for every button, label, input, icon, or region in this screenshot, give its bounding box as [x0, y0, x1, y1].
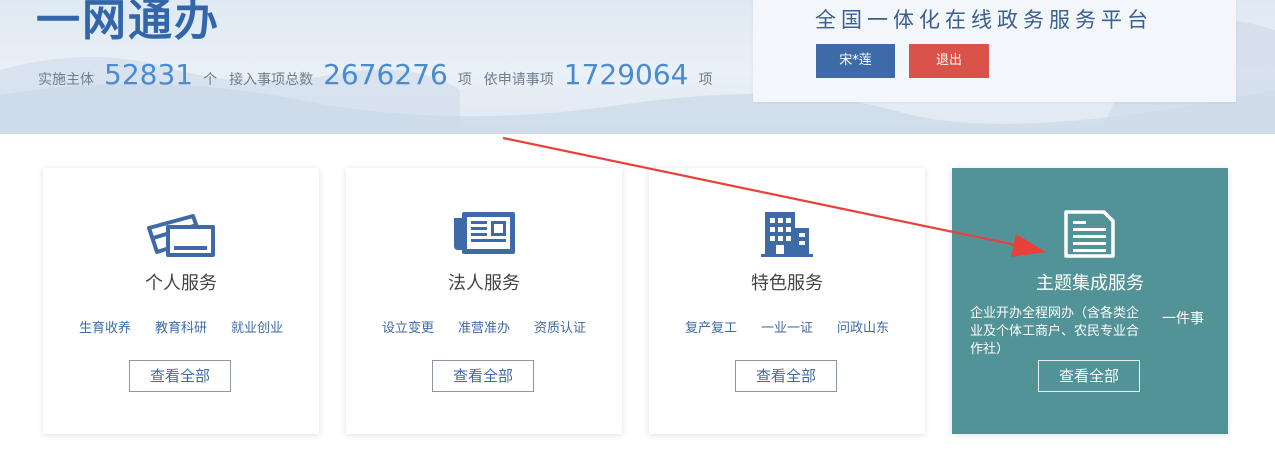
- newspaper-icon: [454, 212, 515, 254]
- card-theme-services[interactable]: 主题集成服务 企业开办全程网办（含各类企业及个体工商户、农民专业合作社） 一件事…: [952, 168, 1228, 434]
- document-icon: [1064, 210, 1115, 258]
- service-link[interactable]: 就业创业: [231, 317, 283, 336]
- card-title: 个人服务: [145, 273, 217, 294]
- stat-unit: 个: [203, 72, 218, 88]
- id-card-icon: [147, 214, 215, 257]
- platform-title: 全国一体化在线政务服务平台: [815, 8, 1153, 32]
- view-all-button[interactable]: 查看全部: [735, 360, 837, 392]
- stat-value: 1729064: [563, 58, 689, 91]
- stat-unit: 项: [457, 72, 472, 88]
- service-link[interactable]: 复产复工: [685, 317, 737, 336]
- building-icon: [761, 212, 813, 257]
- stat-label: 依申请事项: [483, 72, 554, 88]
- user-button[interactable]: 宋*莲: [816, 44, 895, 78]
- card-legal-services[interactable]: 法人服务 设立变更 准营准办 资质认证 查看全部: [346, 168, 622, 434]
- card-personal-services[interactable]: 个人服务 生育收养 教育科研 就业创业 查看全部: [43, 168, 319, 434]
- service-link[interactable]: 企业开办全程网办（含各类企业及个体工商户、农民专业合作社）: [970, 305, 1146, 359]
- page-title: 一网通办: [36, 0, 220, 46]
- stat-label: 接入事项总数: [229, 72, 314, 88]
- service-link[interactable]: 一业一证: [761, 317, 813, 336]
- view-all-button[interactable]: 查看全部: [1038, 360, 1140, 392]
- card-title: 主题集成服务: [1036, 273, 1144, 294]
- logout-button[interactable]: 退出: [909, 44, 989, 78]
- card-title: 特色服务: [751, 273, 823, 294]
- stat-label: 实施主体: [38, 72, 94, 88]
- service-link[interactable]: 教育科研: [155, 317, 207, 336]
- service-link[interactable]: 设立变更: [382, 317, 434, 336]
- stats-bar: 实施主体 52831 个 接入事项总数 2676276 项 依申请事项 1729…: [38, 58, 724, 98]
- service-link[interactable]: 准营准办: [458, 317, 510, 336]
- card-links: 复产复工 一业一证 问政山东: [649, 317, 925, 336]
- card-featured-services[interactable]: 特色服务 复产复工 一业一证 问政山东 查看全部: [649, 168, 925, 434]
- service-link[interactable]: 一件事: [1162, 308, 1204, 328]
- view-all-button[interactable]: 查看全部: [129, 360, 231, 392]
- stat-value: 2676276: [323, 58, 448, 91]
- card-links: 设立变更 准营准办 资质认证: [346, 317, 622, 336]
- login-panel: 全国一体化在线政务服务平台 宋*莲 退出: [753, 0, 1236, 102]
- service-link[interactable]: 生育收养: [79, 317, 131, 336]
- card-links: 生育收养 教育科研 就业创业: [43, 317, 319, 336]
- service-link[interactable]: 资质认证: [534, 317, 586, 336]
- stat-unit: 项: [698, 72, 713, 88]
- service-link[interactable]: 问政山东: [837, 317, 889, 336]
- view-all-button[interactable]: 查看全部: [432, 360, 534, 392]
- stat-value: 52831: [104, 58, 194, 91]
- card-title: 法人服务: [448, 273, 520, 294]
